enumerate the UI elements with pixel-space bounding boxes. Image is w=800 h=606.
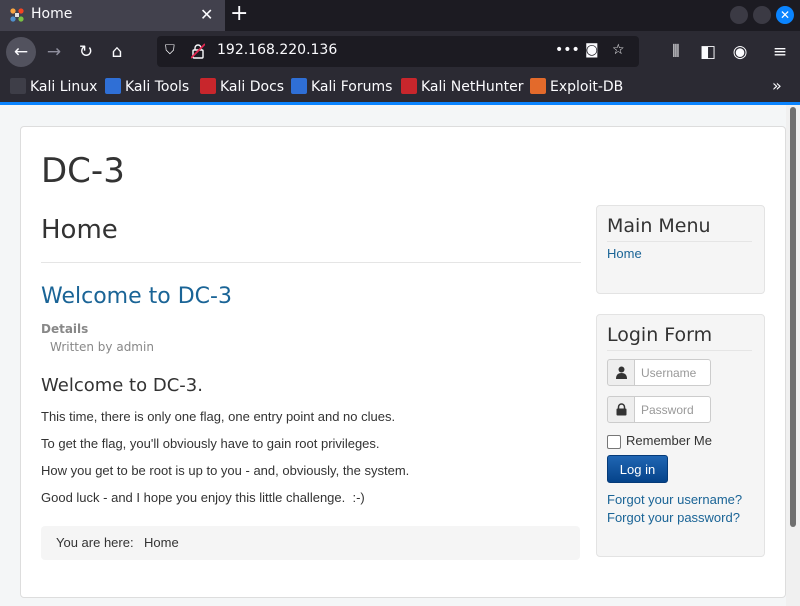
article-paragraph: This time, there is only one flag, one e… [41,409,396,424]
login-button[interactable]: Log in [607,455,668,483]
password-input[interactable] [634,396,711,423]
username-input[interactable] [634,359,711,386]
user-icon [607,359,635,386]
bookmark-exploit-db[interactable]: Exploit-DB [530,78,623,95]
module-divider [607,350,752,351]
url-text[interactable]: 192.168.220.136 [217,42,337,58]
kali-dragon-icon [10,78,26,94]
article-title-link[interactable]: Welcome to DC-3 [41,284,232,309]
menu-item-home[interactable]: Home [607,246,642,261]
navigation-toolbar: ← → ↻ ⌂ ⛉ 192.168.220.136 ••• ◙ ☆ ⫴ ◧ ◉ … [0,31,800,72]
login-form-module: Login Form Remember Me Log in Forgot you… [596,314,765,557]
pocket-icon[interactable]: ◙ [585,42,599,58]
remember-me-checkbox[interactable] [607,435,621,449]
tab-title: Home [31,6,73,22]
bookmark-kali-docs[interactable]: Kali Docs [200,78,284,95]
main-menu-module: Main Menu Home [596,205,765,294]
shield-icon[interactable]: ⛉ [165,43,175,58]
insecure-lock-icon[interactable] [191,43,205,59]
menu-icon[interactable]: ≡ [767,39,793,65]
bookmarks-toolbar: Kali Linux Kali Tools Kali Docs Kali For… [0,72,800,102]
address-bar[interactable]: ⛉ 192.168.220.136 ••• ◙ ☆ [157,36,639,67]
article-body-heading: Welcome to DC-3. [41,375,203,396]
kali-nethunter-icon [401,78,417,94]
joomla-favicon-icon [10,8,24,22]
exploit-db-icon [530,78,546,94]
tab-close-icon[interactable]: ✕ [200,5,213,24]
module-divider [607,241,752,242]
window-close-button[interactable]: ✕ [776,6,794,24]
kali-forums-icon [291,78,307,94]
heading-divider [41,262,581,263]
page-heading: Home [41,215,118,245]
breadcrumb: You are here: Home [41,526,580,560]
bookmark-star-icon[interactable]: ☆ [612,42,625,58]
bookmark-kali-linux[interactable]: Kali Linux [10,78,97,95]
author-text: Written by admin [50,340,154,354]
kali-tools-icon [105,78,121,94]
new-tab-icon[interactable]: + [230,1,248,26]
article-paragraph: How you get to be root is up to you - an… [41,463,410,478]
page-scrollbar[interactable] [786,105,800,606]
scrollbar-thumb[interactable] [790,107,796,527]
account-icon[interactable]: ◉ [727,39,753,65]
details-label: Details [41,322,89,336]
maximize-button[interactable] [753,6,771,24]
site-title[interactable]: DC-3 [41,151,125,191]
username-group [607,359,711,386]
reload-icon[interactable]: ↻ [73,39,99,65]
page-actions-icon[interactable]: ••• [555,42,580,58]
forgot-password-link[interactable]: Forgot your password? [607,510,740,525]
sidebar-icon[interactable]: ◧ [695,39,721,65]
article-paragraph: To get the flag, you'll obviously have t… [41,436,380,451]
forward-arrow-icon[interactable]: → [41,39,67,65]
article-paragraph: Good luck - and I hope you enjoy this li… [41,490,365,505]
page-viewport: DC-3 Home Welcome to DC-3 Details Writte… [0,105,786,606]
minimize-button[interactable] [730,6,748,24]
bookmark-kali-forums[interactable]: Kali Forums [291,78,392,95]
bookmarks-overflow-icon[interactable]: » [772,76,782,95]
library-icon[interactable]: ⫴ [663,39,689,65]
main-menu-title: Main Menu [607,215,711,237]
kali-docs-icon [200,78,216,94]
login-form-title: Login Form [607,324,713,346]
breadcrumb-label: You are here: [56,535,134,550]
back-arrow-icon[interactable]: ← [6,37,36,67]
content-panel: DC-3 Home Welcome to DC-3 Details Writte… [20,126,786,598]
tab-home[interactable]: Home ✕ [0,0,225,31]
bookmark-kali-nethunter[interactable]: Kali NetHunter [401,78,523,95]
home-icon[interactable]: ⌂ [104,39,130,65]
remember-me-label[interactable]: Remember Me [626,433,712,448]
breadcrumb-item-home: Home [144,535,179,550]
password-group [607,396,711,423]
tab-bar: Home ✕ + ✕ [0,0,800,31]
forgot-username-link[interactable]: Forgot your username? [607,492,742,507]
bookmark-kali-tools[interactable]: Kali Tools [105,78,189,95]
lock-icon [607,396,635,423]
